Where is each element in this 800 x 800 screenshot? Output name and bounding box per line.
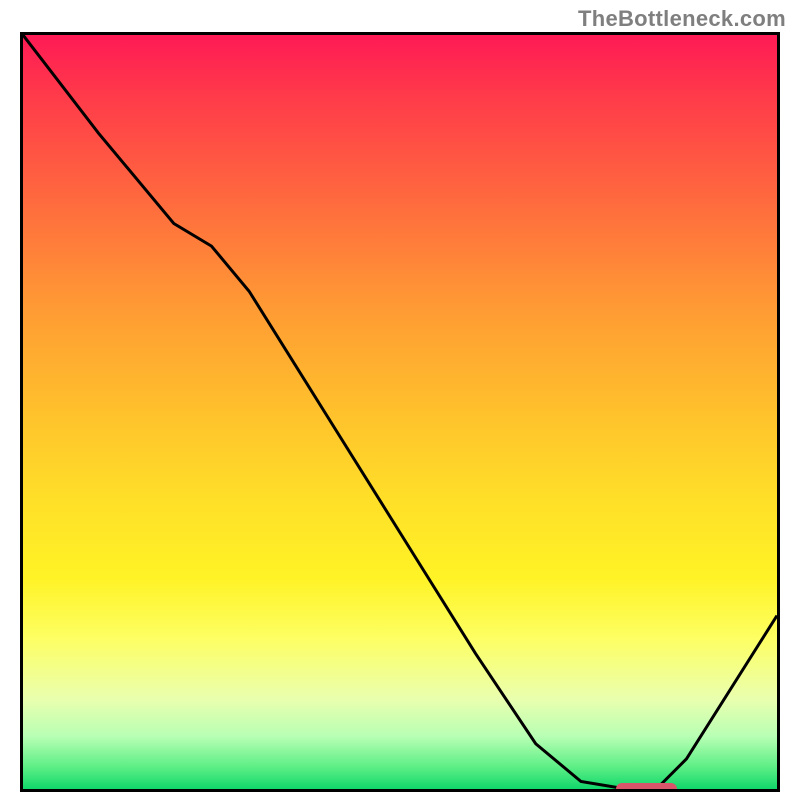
plot-area	[20, 32, 780, 792]
optimal-range-marker	[616, 783, 677, 792]
attribution-text: TheBottleneck.com	[578, 6, 786, 32]
chart-root: TheBottleneck.com	[0, 0, 800, 800]
curve-layer	[23, 35, 777, 789]
bottleneck-curve	[23, 35, 777, 789]
